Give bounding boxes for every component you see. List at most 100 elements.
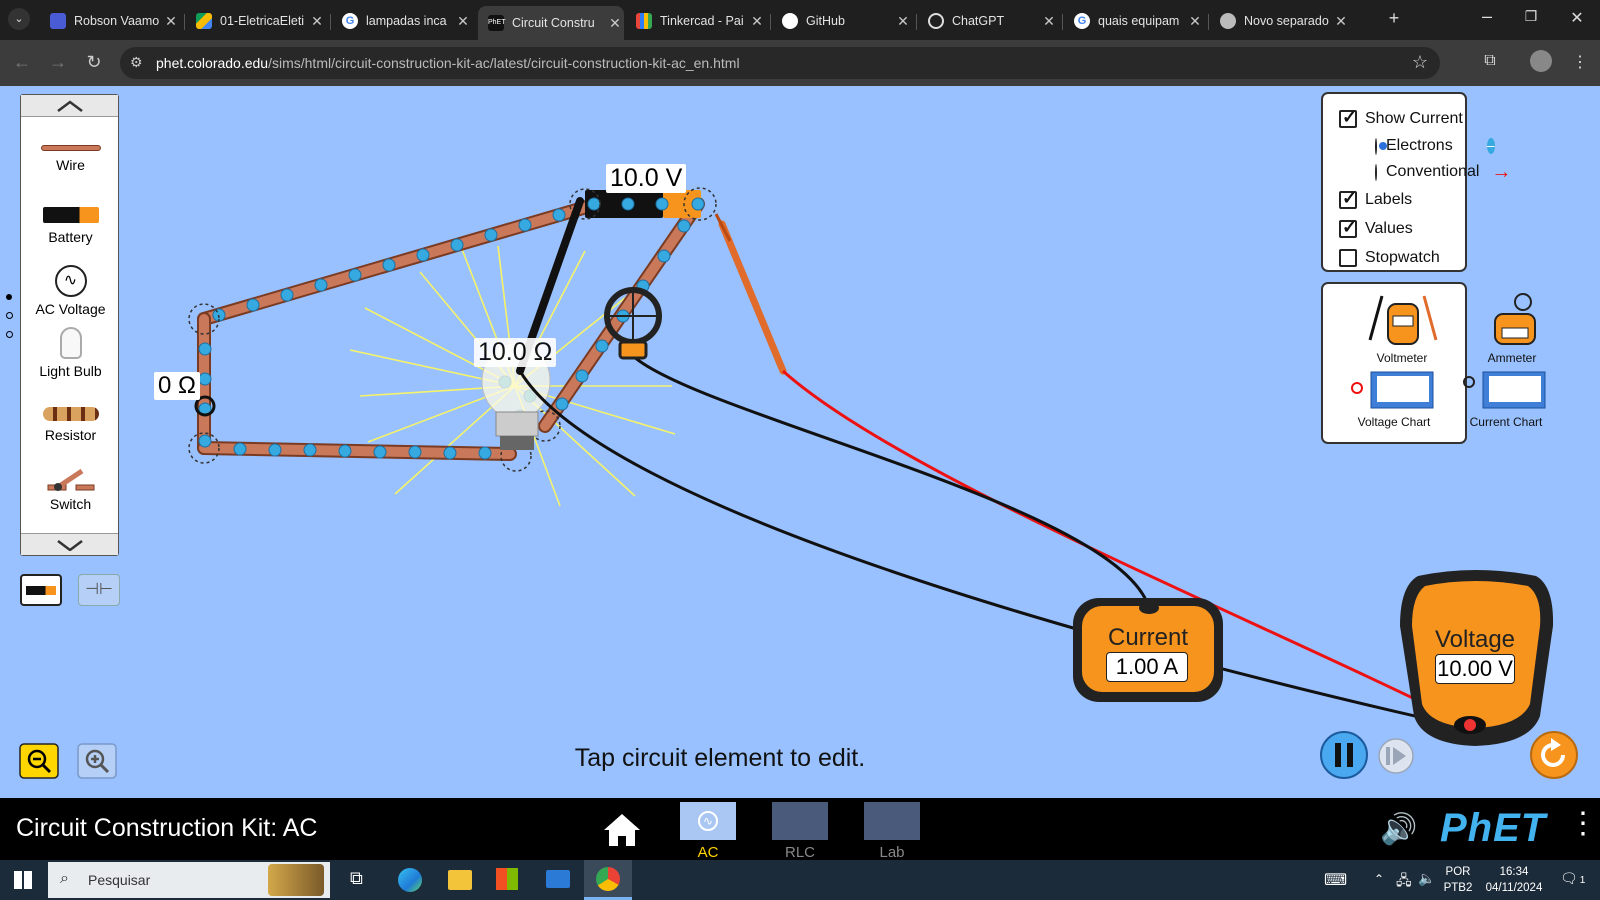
ammeter-title: Current [1107, 624, 1189, 651]
option-label: Show Current [1365, 109, 1463, 127]
voltmeter-tool[interactable]: Voltmeter [1347, 290, 1457, 365]
show-current-toggle[interactable]: Show Current [1339, 104, 1465, 133]
current-chart-tool[interactable]: Current Chart [1451, 368, 1561, 429]
menu-kebab-icon[interactable]: ⋮ [1568, 52, 1592, 72]
values-checkbox[interactable] [1339, 217, 1357, 238]
forward-icon[interactable]: → [46, 52, 70, 73]
tab-title: Novo separado [1244, 14, 1329, 28]
voltage-chart-icon [1351, 371, 1434, 409]
language-indicator[interactable]: POR PTB2 [1440, 864, 1476, 896]
github-icon [782, 13, 798, 29]
search-highlight-image [268, 864, 324, 896]
battery-voltage-label: 10.0 V [606, 164, 687, 193]
tab-chatgpt[interactable]: ChatGPT ✕ [918, 6, 1058, 36]
close-tab-icon[interactable]: ✕ [1332, 13, 1350, 30]
phet-favicon-icon: PhET [488, 15, 506, 31]
tab-circuit-construction[interactable]: PhET Circuit Constru ✕ [478, 6, 624, 40]
windows-taskbar: ⌕ Pesquisar ⧉ ⌨ ⌃ 🖧 🔈 POR PTB2 16:34 04/… [0, 860, 1600, 900]
network-icon[interactable]: 🖧 [1396, 870, 1412, 894]
taskbar-search-field[interactable]: ⌕ Pesquisar [48, 862, 330, 898]
electrons-radio[interactable] [1375, 137, 1387, 155]
wire-segments [197, 197, 705, 461]
close-tab-icon[interactable]: ✕ [1186, 13, 1204, 30]
tray-chevron-icon[interactable]: ⌃ [1374, 872, 1384, 886]
tab-eletrica[interactable]: 01-EletricaEleti ✕ [186, 6, 326, 36]
tab-title: GitHub [806, 14, 845, 28]
values-toggle[interactable]: Values [1339, 214, 1465, 243]
conventional-option[interactable]: Conventional → [1339, 159, 1511, 185]
keyboard-icon[interactable]: ⌨ [1324, 870, 1347, 890]
stopwatch-toggle[interactable]: Stopwatch [1339, 243, 1465, 272]
voltage-chart-tool[interactable]: Voltage Chart [1339, 368, 1449, 429]
red-arrow-icon: → [1491, 160, 1512, 183]
clock-date: 04/11/2024 [1485, 882, 1543, 894]
clock[interactable]: 16:34 04/11/2024 [1482, 864, 1546, 896]
electrons-option[interactable]: Electrons – [1339, 133, 1495, 159]
task-view-icon[interactable]: ⧉ [350, 868, 363, 889]
labels-toggle[interactable]: Labels [1339, 185, 1465, 214]
stopwatch-checkbox[interactable] [1339, 248, 1357, 267]
close-tab-icon[interactable]: ✕ [894, 13, 912, 30]
minimize-icon[interactable]: – [1475, 6, 1499, 27]
keyboard-layout: PTB2 [1443, 882, 1473, 894]
close-tab-icon[interactable]: ✕ [162, 13, 180, 30]
volume-icon[interactable]: 🔈 [1418, 870, 1435, 887]
option-label: Stopwatch [1365, 248, 1440, 266]
option-label: Values [1365, 219, 1413, 237]
mail-icon[interactable] [546, 870, 570, 888]
electron-icon: – [1486, 137, 1495, 154]
bookmark-star-icon[interactable]: ☆ [1412, 52, 1428, 73]
voltmeter-title: Voltage [1434, 626, 1516, 653]
chrome-taskbar-icon[interactable] [584, 860, 632, 900]
home-icon[interactable] [602, 812, 642, 848]
tab-github[interactable]: GitHub ✕ [772, 6, 912, 36]
tab-robson[interactable]: Robson Vaamo ✕ [40, 6, 180, 36]
show-current-checkbox[interactable] [1339, 107, 1357, 128]
tool-label: Ammeter [1487, 351, 1537, 365]
windows-start-icon[interactable] [14, 871, 32, 889]
tab-quais[interactable]: G quais equipam ✕ [1064, 6, 1204, 36]
microsoft-store-icon[interactable] [496, 868, 518, 890]
ammeter-readout: 1.00 A [1106, 652, 1188, 682]
close-tab-icon[interactable]: ✕ [308, 13, 326, 30]
back-icon[interactable]: ← [10, 52, 34, 73]
site-settings-icon[interactable]: ⚙ [130, 54, 143, 71]
close-tab-icon[interactable]: ✕ [454, 13, 472, 30]
ammeter-tool[interactable]: Ammeter [1457, 290, 1567, 365]
tab-title: ChatGPT [952, 14, 1005, 28]
tool-label: Current Chart [1469, 415, 1543, 429]
sound-icon[interactable]: 🔊 [1380, 812, 1417, 847]
close-tab-icon[interactable]: ✕ [748, 13, 766, 30]
close-tab-icon[interactable]: ✕ [1040, 13, 1058, 30]
restore-icon[interactable]: ❐ [1519, 8, 1543, 25]
file-explorer-icon[interactable] [448, 870, 472, 890]
tab-novo-separador[interactable]: Novo separado ✕ [1210, 6, 1350, 36]
profile-avatar[interactable] [1530, 50, 1552, 72]
option-label: Labels [1365, 190, 1413, 208]
browser-tab-bar: ⌄ Robson Vaamo ✕ 01-EletricaEleti ✕ G la… [0, 0, 1600, 40]
tab-title: Robson Vaamo [74, 14, 160, 28]
conventional-radio[interactable] [1375, 163, 1377, 181]
phet-logo[interactable]: PhET [1440, 806, 1546, 851]
edge-icon[interactable] [398, 868, 422, 892]
tab-title: lampadas inca [366, 14, 447, 28]
close-tab-icon[interactable]: ✕ [606, 15, 624, 32]
new-tab-icon[interactable]: + [1382, 8, 1406, 29]
tab-tinkercad[interactable]: Tinkercad - Pai ✕ [626, 6, 766, 36]
reload-icon[interactable]: ↻ [82, 52, 106, 73]
screen-lab[interactable]: Lab [862, 802, 922, 861]
tab-search-icon[interactable]: ⌄ [8, 8, 30, 30]
notifications-icon[interactable]: 🗨 1 [1560, 870, 1585, 887]
close-window-icon[interactable]: ✕ [1565, 8, 1589, 28]
tool-label: Voltage Chart [1357, 415, 1431, 429]
ac-voltage-screen-thumb: ∿ [680, 802, 736, 840]
phet-menu-icon[interactable]: ⋮ [1568, 806, 1598, 841]
simulation-canvas: Wire Battery ∿ AC Voltage Light Bulb Res… [0, 86, 1600, 798]
status-hint: Tap circuit element to edit. [574, 744, 866, 772]
url-field[interactable]: ⚙ phet.colorado.edu/sims/html/circuit-co… [120, 47, 1440, 79]
tab-lampadas[interactable]: G lampadas inca ✕ [332, 6, 472, 36]
google-icon: G [1074, 13, 1090, 29]
labels-checkbox[interactable] [1339, 188, 1357, 209]
screen-rlc[interactable]: RLC [770, 802, 830, 861]
extensions-icon[interactable]: ⧉ [1478, 52, 1502, 70]
